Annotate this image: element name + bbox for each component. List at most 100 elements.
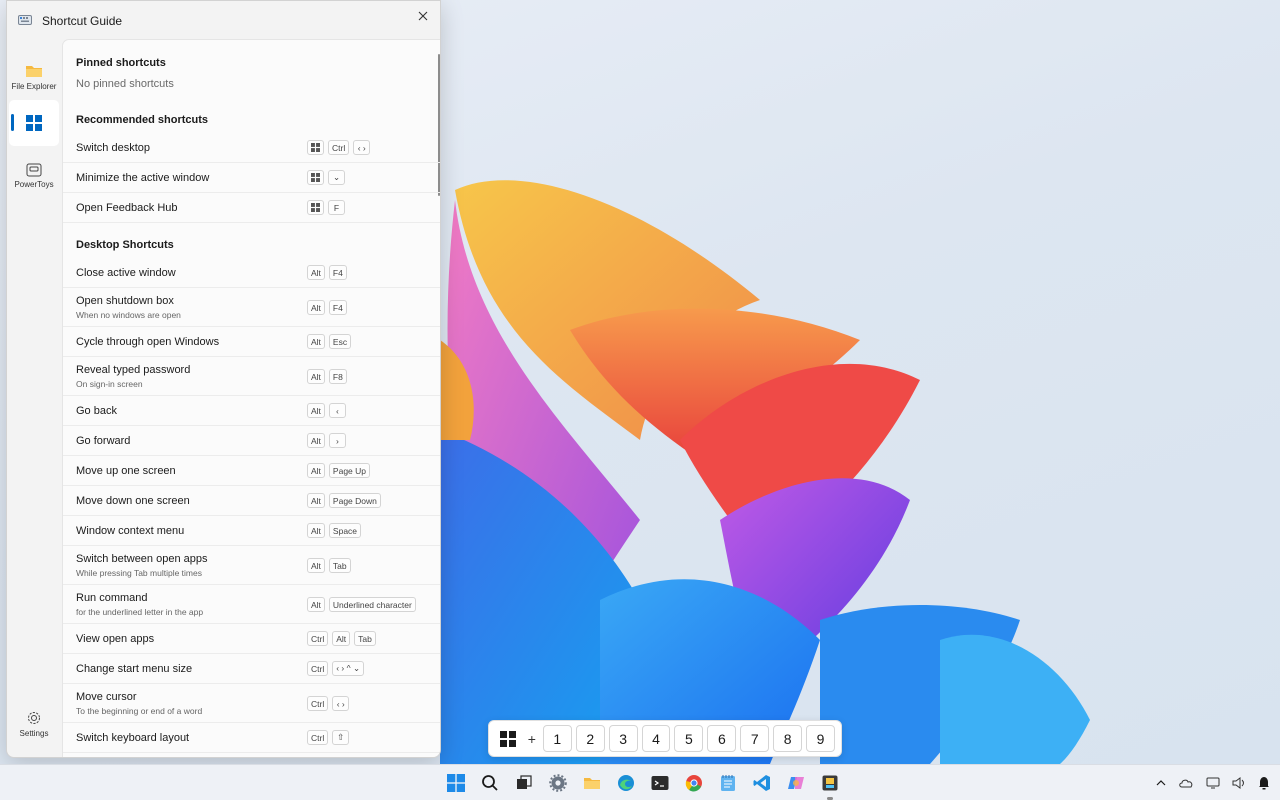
shortcut-row[interactable]: Move cursor To the beginning or end of a… — [63, 684, 440, 723]
windows-key — [307, 170, 324, 185]
shortcut-row[interactable]: Reveal typed password On sign-in screen … — [63, 357, 440, 396]
close-button[interactable] — [412, 5, 434, 27]
shortcut-name: Cycle through open Windows — [76, 336, 220, 348]
key-combo: Ctrl ‹ › — [307, 140, 371, 155]
taskbar-edge[interactable] — [612, 769, 640, 797]
section-title-pinned: Pinned shortcuts — [76, 57, 166, 69]
key-combo: Ctrl ‹ › — [307, 696, 350, 711]
key: Esc — [328, 334, 352, 349]
shortcut-name: View open apps — [76, 633, 155, 645]
shortcut-subtitle: To the beginning or end of a word — [76, 706, 203, 716]
task-view-icon — [517, 775, 532, 789]
workspace-key-4[interactable]: 4 — [641, 725, 671, 752]
key: Space — [328, 523, 362, 538]
shortcut-row[interactable]: Close active window Alt F4 — [63, 258, 440, 288]
shortcut-row[interactable]: Switch between open apps While pressing … — [63, 546, 440, 585]
taskbar-settings[interactable] — [544, 769, 572, 797]
windows-key — [307, 140, 324, 155]
shortcut-row[interactable]: Open shutdown box When no windows are op… — [63, 288, 440, 327]
workspace-key-5[interactable]: 5 — [674, 725, 704, 752]
key-combo: Alt F4 — [307, 265, 347, 280]
shortcut-row[interactable]: Window context menu Alt Space — [63, 516, 440, 546]
key: Alt — [307, 597, 325, 612]
key: Alt — [307, 558, 325, 573]
key: Alt — [307, 523, 325, 538]
key: Alt — [307, 300, 325, 315]
workspace-key-7[interactable]: 7 — [740, 725, 770, 752]
shortcut-name: Switch desktop — [76, 142, 150, 154]
notification-icon[interactable] — [1258, 776, 1270, 790]
start-button[interactable] — [442, 769, 470, 797]
key-combo: Ctrl Alt Tab — [307, 631, 376, 646]
workspace-key-2[interactable]: 2 — [575, 725, 605, 752]
task-view-button[interactable] — [510, 769, 538, 797]
shortcut-row[interactable]: Run command for the underlined letter in… — [63, 585, 440, 624]
powertoys-icon — [822, 775, 838, 791]
windows-logo-icon — [495, 726, 521, 752]
key: Alt — [307, 334, 325, 349]
workspace-key-9[interactable]: 9 — [806, 725, 836, 752]
title-bar[interactable]: Shortcut Guide — [7, 1, 440, 39]
volume-icon[interactable] — [1232, 777, 1246, 789]
key-combo: ⌄ — [307, 170, 345, 185]
workspace-shortcut-bar: + 1 2 3 4 5 6 7 8 9 — [488, 720, 842, 757]
taskbar-notepad[interactable] — [714, 769, 742, 797]
taskbar-copilot[interactable] — [782, 769, 810, 797]
key: Tab — [328, 558, 351, 573]
shortcut-row[interactable]: Go forward Alt › — [63, 426, 440, 456]
taskbar-terminal[interactable] — [646, 769, 674, 797]
key: Alt — [332, 631, 351, 646]
shortcut-name: Switch keyboard layout — [76, 732, 190, 744]
nav-item-windows[interactable] — [9, 100, 59, 146]
taskbar-chrome[interactable] — [680, 769, 708, 797]
workspace-key-8[interactable]: 8 — [773, 725, 803, 752]
nav-item-settings[interactable]: Settings — [9, 701, 59, 747]
shortcut-row[interactable]: Move down one screen Alt Page Down — [63, 486, 440, 516]
shortcut-row[interactable]: Move up one screen Alt Page Up — [63, 456, 440, 486]
search-button[interactable] — [476, 769, 504, 797]
taskbar-vscode[interactable] — [748, 769, 776, 797]
key: Underlined character — [328, 597, 416, 612]
shortcut-name: Close active window — [76, 267, 176, 279]
edge-icon — [618, 775, 634, 791]
nav-item-file-explorer[interactable]: File Explorer — [9, 54, 59, 100]
shortcut-row[interactable]: Minimize the active window ⌄ — [63, 163, 440, 193]
chevron-up-icon[interactable] — [1156, 779, 1166, 787]
shortcut-row[interactable]: View open apps Ctrl Alt Tab — [63, 624, 440, 654]
shortcut-name: Change start menu size — [76, 663, 193, 675]
nav-label-file-explorer: File Explorer — [11, 82, 57, 91]
nav-item-powertoys[interactable]: PowerToys — [9, 153, 59, 199]
taskbar-file-explorer[interactable] — [578, 769, 606, 797]
key-combo: Alt Space — [307, 523, 362, 538]
key: Alt — [307, 463, 325, 478]
shortcut-row[interactable]: Go back Alt ‹ — [63, 396, 440, 426]
shortcut-row[interactable]: Switch keyboard layout Ctrl ⇧ — [63, 723, 440, 753]
shortcut-row[interactable]: Open Feedback Hub F — [63, 193, 440, 223]
key: Alt — [307, 403, 325, 418]
gear-icon — [28, 712, 40, 724]
key: › — [328, 433, 346, 448]
workspace-key-3[interactable]: 3 — [608, 725, 638, 752]
key: Page Up — [328, 463, 371, 478]
key-combo: Alt ‹ — [307, 403, 346, 418]
plus-sign: + — [527, 730, 536, 747]
key-combo: Alt F4 — [307, 300, 347, 315]
shortcut-list-pane[interactable]: Pinned shortcuts No pinned shortcuts Rec… — [62, 39, 440, 757]
shortcut-name: Run command — [76, 592, 148, 604]
workspace-key-6[interactable]: 6 — [707, 725, 737, 752]
key: Ctrl — [307, 661, 329, 676]
key-combo: Alt F8 — [307, 369, 347, 384]
windows-logo-icon — [311, 203, 320, 212]
shortcut-row[interactable]: Change start menu size Ctrl ‹ › ^ ⌄ — [63, 654, 440, 684]
shortcut-subtitle: for the underlined letter in the app — [76, 607, 204, 617]
onedrive-icon[interactable] — [1178, 778, 1194, 788]
shortcut-row[interactable]: Cycle through open Windows Alt Esc — [63, 327, 440, 357]
network-icon[interactable] — [1206, 777, 1220, 789]
taskbar-powertoys[interactable] — [816, 769, 844, 800]
workspace-key-1[interactable]: 1 — [542, 725, 572, 752]
shortcut-row[interactable]: Switch desktop Ctrl ‹ › — [63, 133, 440, 163]
key-combo: Alt › — [307, 433, 346, 448]
shortcut-name: Open Feedback Hub — [76, 202, 178, 214]
chrome-icon — [685, 775, 702, 792]
system-tray — [1156, 765, 1270, 800]
